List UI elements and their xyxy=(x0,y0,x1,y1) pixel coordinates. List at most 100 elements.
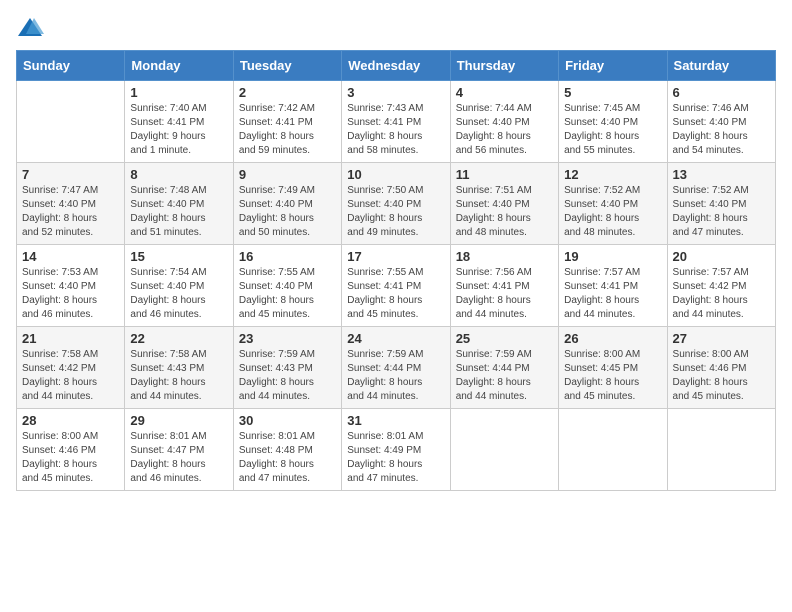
calendar-cell: 23 Sunrise: 7:59 AM Sunset: 4:43 PM Dayli… xyxy=(233,327,341,409)
day-detail: Sunrise: 7:52 AM Sunset: 4:40 PM Dayligh… xyxy=(564,184,661,240)
calendar-cell: 7 Sunrise: 7:47 AM Sunset: 4:40 PM Daylig… xyxy=(17,163,125,245)
calendar-header-row: SundayMondayTuesdayWednesdayThursdayFrid… xyxy=(17,51,776,81)
calendar-cell: 14Sunrise: 7:53 AM Sunset: 4:40 PM Dayli… xyxy=(17,245,125,327)
calendar-cell xyxy=(17,81,125,163)
day-detail: Sunrise: 7:48 AM Sunset: 4:40 PM Dayligh… xyxy=(130,184,227,240)
day-detail: Sunrise: 7:56 AM Sunset: 4:41 PM Dayligh… xyxy=(456,266,553,322)
day-number: 10 xyxy=(347,167,444,182)
header-monday: Monday xyxy=(125,51,233,81)
calendar-cell: 25 Sunrise: 7:59 AM Sunset: 4:44 PM Dayli… xyxy=(450,327,558,409)
day-number: 26 xyxy=(564,331,661,346)
calendar-cell: 11 Sunrise: 7:51 AM Sunset: 4:40 PM Dayli… xyxy=(450,163,558,245)
week-row-1: 1 Sunrise: 7:40 AM Sunset: 4:41 PM Daylig… xyxy=(17,81,776,163)
calendar-cell xyxy=(559,409,667,491)
day-detail: Sunrise: 7:47 AM Sunset: 4:40 PM Dayligh… xyxy=(22,184,119,240)
day-detail: Sunrise: 7:46 AM Sunset: 4:40 PM Dayligh… xyxy=(673,102,770,158)
day-number: 16 xyxy=(239,249,336,264)
day-detail: Sunrise: 7:42 AM Sunset: 4:41 PM Dayligh… xyxy=(239,102,336,158)
day-detail: Sunrise: 7:52 AM Sunset: 4:40 PM Dayligh… xyxy=(673,184,770,240)
calendar-cell: 16Sunrise: 7:55 AM Sunset: 4:40 PM Dayli… xyxy=(233,245,341,327)
day-detail: Sunrise: 7:45 AM Sunset: 4:40 PM Dayligh… xyxy=(564,102,661,158)
week-row-5: 28 Sunrise: 8:00 AM Sunset: 4:46 PM Dayli… xyxy=(17,409,776,491)
day-number: 31 xyxy=(347,413,444,428)
calendar-cell xyxy=(450,409,558,491)
day-number: 25 xyxy=(456,331,553,346)
day-detail: Sunrise: 7:51 AM Sunset: 4:40 PM Dayligh… xyxy=(456,184,553,240)
day-number: 2 xyxy=(239,85,336,100)
calendar-cell: 4 Sunrise: 7:44 AM Sunset: 4:40 PM Daylig… xyxy=(450,81,558,163)
week-row-3: 14Sunrise: 7:53 AM Sunset: 4:40 PM Dayli… xyxy=(17,245,776,327)
header-thursday: Thursday xyxy=(450,51,558,81)
day-detail: Sunrise: 7:58 AM Sunset: 4:42 PM Dayligh… xyxy=(22,348,119,404)
day-detail: Sunrise: 7:54 AM Sunset: 4:40 PM Dayligh… xyxy=(130,266,227,322)
day-number: 5 xyxy=(564,85,661,100)
day-detail: Sunrise: 7:49 AM Sunset: 4:40 PM Dayligh… xyxy=(239,184,336,240)
day-number: 23 xyxy=(239,331,336,346)
day-number: 27 xyxy=(673,331,770,346)
header-wednesday: Wednesday xyxy=(342,51,450,81)
day-number: 14 xyxy=(22,249,119,264)
day-number: 11 xyxy=(456,167,553,182)
calendar-cell: 15 Sunrise: 7:54 AM Sunset: 4:40 PM Dayli… xyxy=(125,245,233,327)
day-number: 12 xyxy=(564,167,661,182)
day-detail: Sunrise: 7:59 AM Sunset: 4:44 PM Dayligh… xyxy=(347,348,444,404)
calendar-cell: 5 Sunrise: 7:45 AM Sunset: 4:40 PM Daylig… xyxy=(559,81,667,163)
calendar-cell: 2 Sunrise: 7:42 AM Sunset: 4:41 PM Daylig… xyxy=(233,81,341,163)
calendar-cell: 13 Sunrise: 7:52 AM Sunset: 4:40 PM Dayli… xyxy=(667,163,775,245)
day-detail: Sunrise: 7:44 AM Sunset: 4:40 PM Dayligh… xyxy=(456,102,553,158)
calendar-cell: 18 Sunrise: 7:56 AM Sunset: 4:41 PM Dayli… xyxy=(450,245,558,327)
day-detail: Sunrise: 8:00 AM Sunset: 4:45 PM Dayligh… xyxy=(564,348,661,404)
day-number: 17 xyxy=(347,249,444,264)
day-number: 22 xyxy=(130,331,227,346)
day-number: 1 xyxy=(130,85,227,100)
logo xyxy=(16,16,48,40)
day-number: 6 xyxy=(673,85,770,100)
day-number: 28 xyxy=(22,413,119,428)
day-detail: Sunrise: 7:59 AM Sunset: 4:43 PM Dayligh… xyxy=(239,348,336,404)
day-number: 19 xyxy=(564,249,661,264)
day-detail: Sunrise: 7:59 AM Sunset: 4:44 PM Dayligh… xyxy=(456,348,553,404)
day-number: 4 xyxy=(456,85,553,100)
calendar-cell: 17 Sunrise: 7:55 AM Sunset: 4:41 PM Dayli… xyxy=(342,245,450,327)
day-number: 8 xyxy=(130,167,227,182)
calendar-cell xyxy=(667,409,775,491)
calendar-cell: 10 Sunrise: 7:50 AM Sunset: 4:40 PM Dayli… xyxy=(342,163,450,245)
calendar-cell: 3Sunrise: 7:43 AM Sunset: 4:41 PM Daylig… xyxy=(342,81,450,163)
day-detail: Sunrise: 7:50 AM Sunset: 4:40 PM Dayligh… xyxy=(347,184,444,240)
day-number: 21 xyxy=(22,331,119,346)
day-number: 9 xyxy=(239,167,336,182)
calendar-cell: 29Sunrise: 8:01 AM Sunset: 4:47 PM Dayli… xyxy=(125,409,233,491)
day-number: 18 xyxy=(456,249,553,264)
day-detail: Sunrise: 8:00 AM Sunset: 4:46 PM Dayligh… xyxy=(673,348,770,404)
header-sunday: Sunday xyxy=(17,51,125,81)
day-detail: Sunrise: 8:00 AM Sunset: 4:46 PM Dayligh… xyxy=(22,430,119,486)
day-number: 7 xyxy=(22,167,119,182)
day-detail: Sunrise: 8:01 AM Sunset: 4:49 PM Dayligh… xyxy=(347,430,444,486)
calendar-cell: 30 Sunrise: 8:01 AM Sunset: 4:48 PM Dayli… xyxy=(233,409,341,491)
day-detail: Sunrise: 7:58 AM Sunset: 4:43 PM Dayligh… xyxy=(130,348,227,404)
header-saturday: Saturday xyxy=(667,51,775,81)
header-friday: Friday xyxy=(559,51,667,81)
calendar-cell: 28 Sunrise: 8:00 AM Sunset: 4:46 PM Dayli… xyxy=(17,409,125,491)
calendar-cell: 20 Sunrise: 7:57 AM Sunset: 4:42 PM Dayli… xyxy=(667,245,775,327)
header-tuesday: Tuesday xyxy=(233,51,341,81)
calendar-cell: 8 Sunrise: 7:48 AM Sunset: 4:40 PM Daylig… xyxy=(125,163,233,245)
day-number: 15 xyxy=(130,249,227,264)
calendar-cell: 21 Sunrise: 7:58 AM Sunset: 4:42 PM Dayli… xyxy=(17,327,125,409)
week-row-4: 21 Sunrise: 7:58 AM Sunset: 4:42 PM Dayli… xyxy=(17,327,776,409)
day-detail: Sunrise: 7:55 AM Sunset: 4:41 PM Dayligh… xyxy=(347,266,444,322)
logo-icon xyxy=(16,16,44,40)
day-detail: Sunrise: 7:40 AM Sunset: 4:41 PM Dayligh… xyxy=(130,102,227,158)
calendar-cell: 27 Sunrise: 8:00 AM Sunset: 4:46 PM Dayli… xyxy=(667,327,775,409)
day-detail: Sunrise: 7:57 AM Sunset: 4:42 PM Dayligh… xyxy=(673,266,770,322)
day-number: 24 xyxy=(347,331,444,346)
day-number: 13 xyxy=(673,167,770,182)
calendar-cell: 22 Sunrise: 7:58 AM Sunset: 4:43 PM Dayli… xyxy=(125,327,233,409)
day-number: 29 xyxy=(130,413,227,428)
page-header xyxy=(16,16,776,40)
day-detail: Sunrise: 7:57 AM Sunset: 4:41 PM Dayligh… xyxy=(564,266,661,322)
day-number: 30 xyxy=(239,413,336,428)
calendar-cell: 6 Sunrise: 7:46 AM Sunset: 4:40 PM Daylig… xyxy=(667,81,775,163)
day-number: 20 xyxy=(673,249,770,264)
day-detail: Sunrise: 8:01 AM Sunset: 4:48 PM Dayligh… xyxy=(239,430,336,486)
